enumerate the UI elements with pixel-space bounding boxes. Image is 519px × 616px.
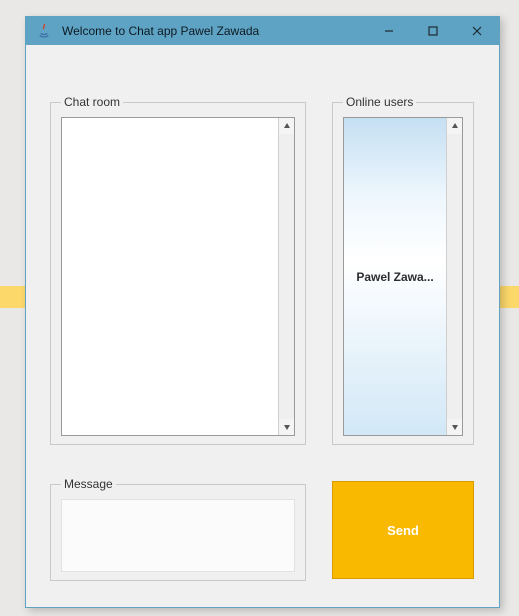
chat-room-scrollbar[interactable] <box>278 118 294 435</box>
list-item[interactable]: Pawel Zawa... <box>356 270 433 284</box>
message-input[interactable] <box>61 499 295 572</box>
chat-room-textarea[interactable] <box>61 117 295 436</box>
close-button[interactable] <box>455 17 499 45</box>
chat-room-panel: Chat room <box>50 95 306 445</box>
online-users-list[interactable]: Pawel Zawa... <box>343 117 463 436</box>
online-users-panel: Online users Pawel Zawa... <box>332 95 474 445</box>
minimize-button[interactable] <box>367 17 411 45</box>
window-title: Welcome to Chat app Pawel Zawada <box>62 24 259 38</box>
send-button-label: Send <box>387 523 419 538</box>
chat-room-label: Chat room <box>61 95 123 109</box>
chat-room-content <box>62 118 278 435</box>
message-panel: Message <box>50 477 306 581</box>
maximize-button[interactable] <box>411 17 455 45</box>
titlebar[interactable]: Welcome to Chat app Pawel Zawada <box>26 17 499 45</box>
scroll-down-icon[interactable] <box>279 419 294 435</box>
chat-window: Welcome to Chat app Pawel Zawada Chat ro… <box>25 16 500 608</box>
online-users-scrollbar[interactable] <box>446 118 462 435</box>
window-content: Chat room Online users Pawel Zawa... <box>26 45 499 81</box>
message-label: Message <box>61 477 116 491</box>
java-icon <box>32 19 56 43</box>
scroll-up-icon[interactable] <box>279 118 294 134</box>
scroll-down-icon[interactable] <box>447 419 462 435</box>
send-button[interactable]: Send <box>332 481 474 579</box>
online-users-label: Online users <box>343 95 416 109</box>
scroll-up-icon[interactable] <box>447 118 462 134</box>
